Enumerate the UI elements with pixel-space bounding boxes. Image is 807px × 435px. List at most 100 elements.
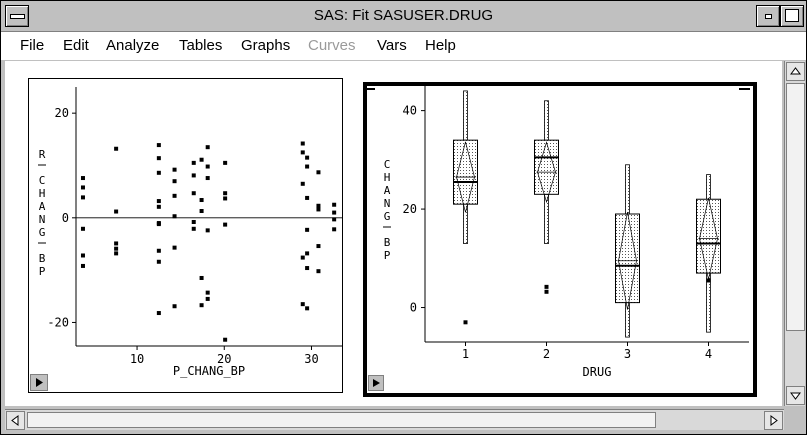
scatter-point (305, 306, 310, 311)
maximize-icon (785, 9, 799, 22)
menu-file[interactable]: File (20, 37, 44, 54)
menu-vars[interactable]: Vars (377, 37, 407, 54)
horizontal-scroll-thumb[interactable] (27, 412, 656, 428)
scroll-right-button[interactable] (764, 411, 783, 430)
scatter-point (300, 141, 305, 146)
scatter-point (191, 191, 196, 196)
triangle-left-icon (11, 415, 19, 426)
scatter-point (114, 246, 119, 251)
scatter-point (114, 146, 119, 151)
minimize-icon (765, 14, 772, 19)
scatter-point (305, 266, 310, 271)
horizontal-scrollbar[interactable] (5, 409, 784, 430)
residual-plot-panel[interactable]: 20 0 -20 10 20 30 P_CHANG_BP R C H A N G B P (28, 78, 343, 393)
triangle-right-icon (770, 415, 778, 426)
residual-scatter-plot: 200-2010 20 30P_CHANG_BPRCHANGBP (38, 87, 342, 378)
minimize-button[interactable] (756, 5, 780, 27)
menu-graphs[interactable]: Graphs (241, 37, 290, 54)
scatter-point (156, 143, 161, 148)
upper-whisker (706, 174, 711, 200)
scatter-point (80, 226, 85, 231)
scatter-point (156, 311, 161, 316)
scatter-point (172, 304, 177, 309)
triangle-right-icon (373, 379, 380, 387)
menu-help[interactable]: Help (425, 37, 456, 54)
triangle-up-icon (790, 67, 801, 75)
scatter-point (80, 263, 85, 268)
triangle-right-icon (36, 378, 43, 387)
x-tick-label: 1 (462, 347, 469, 361)
y-axis-label-char: P (384, 249, 391, 262)
scatter-point (332, 210, 337, 215)
y-tick-label: 0 (410, 301, 417, 315)
scatter-point (156, 199, 161, 204)
scroll-down-button[interactable] (786, 386, 805, 405)
scatter-point (305, 155, 310, 160)
y-axis-label-char: G (39, 226, 46, 239)
y-axis-label-char: N (39, 213, 46, 226)
y-axis-label-char: H (384, 171, 391, 184)
panel-arrow-button[interactable] (368, 375, 384, 391)
y-axis-label-char: R (39, 148, 46, 161)
scatter-point (205, 296, 210, 301)
scatter-point (205, 228, 210, 233)
box-plot-panel[interactable]: 40 20 0 1 2 3 4 DRUG C H A N G B P (363, 82, 757, 397)
scatter-point (156, 156, 161, 161)
vertical-scrollbar[interactable] (784, 61, 805, 406)
scatter-point (172, 214, 177, 219)
window-title: SAS: Fit SASUSER.DRUG (313, 7, 494, 24)
vertical-scroll-thumb[interactable] (786, 83, 805, 331)
y-axis-label-char: P (39, 265, 46, 278)
scroll-up-button[interactable] (786, 62, 805, 81)
scatter-point (300, 255, 305, 260)
y-axis-label-char: A (39, 200, 46, 213)
menu-tables[interactable]: Tables (179, 37, 222, 54)
scatter-point (223, 160, 228, 165)
scatter-point (114, 251, 119, 256)
scatter-point (191, 219, 196, 224)
y-axis-label-char: H (39, 187, 46, 200)
scatter-point (300, 150, 305, 155)
y-tick-label: 20 (403, 202, 417, 216)
scatter-point (305, 195, 310, 200)
scatter-point (205, 176, 210, 181)
scatter-point (156, 248, 161, 253)
scatter-point (114, 241, 119, 246)
scatter-point (316, 269, 321, 274)
scatter-point (156, 204, 161, 209)
scatter-point (172, 179, 177, 184)
title-bar[interactable]: SAS: Fit SASUSER.DRUG (1, 1, 806, 32)
outlier-point (544, 284, 549, 289)
menu-curves[interactable]: Curves (308, 37, 356, 54)
outlier-point (544, 289, 549, 294)
scatter-point (199, 275, 204, 280)
scatter-point (199, 198, 204, 203)
y-axis-label-char: C (39, 174, 46, 187)
scatter-point (80, 195, 85, 200)
scatter-point (199, 303, 204, 308)
x-axis-label: DRUG (583, 365, 612, 379)
scatter-point (305, 164, 310, 169)
scatter-point (172, 167, 177, 172)
panel-arrow-button[interactable] (30, 374, 48, 391)
scatter-point (223, 191, 228, 196)
menu-edit[interactable]: Edit (63, 37, 89, 54)
scroll-left-button[interactable] (6, 411, 25, 430)
menu-bar: File Edit Analyze Tables Graphs Curves V… (1, 32, 806, 61)
y-tick-label: 20 (55, 106, 69, 120)
y-tick-label: 0 (62, 211, 69, 225)
scatter-point (300, 302, 305, 307)
scatter-point (191, 173, 196, 178)
scatter-point (205, 164, 210, 169)
box-iqr (453, 139, 478, 205)
menu-analyze[interactable]: Analyze (106, 37, 159, 54)
scatter-point (172, 245, 177, 250)
x-tick-label: 30 (304, 352, 318, 366)
scatter-point (199, 157, 204, 162)
y-axis-label-char: A (384, 184, 391, 197)
scatter-point (223, 196, 228, 201)
upper-whisker (463, 90, 468, 141)
scatter-point (300, 181, 305, 186)
scatter-point (223, 337, 228, 342)
maximize-button[interactable] (780, 5, 804, 27)
